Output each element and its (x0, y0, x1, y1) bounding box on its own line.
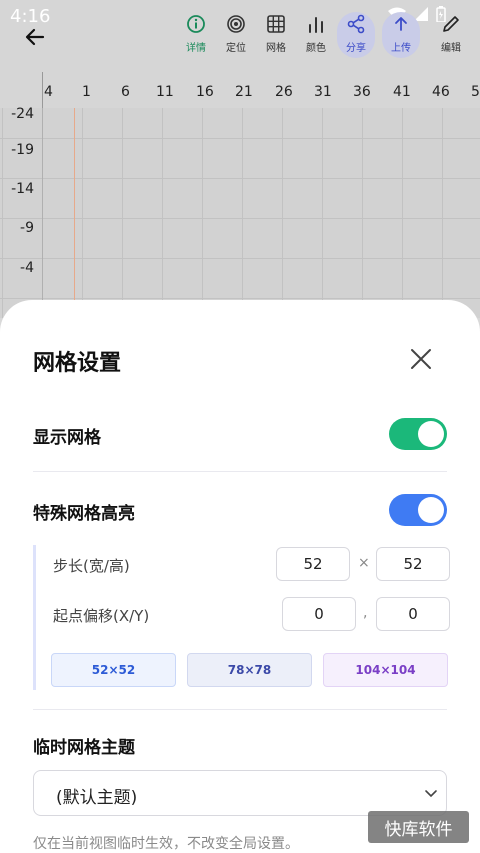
info-icon (186, 12, 206, 36)
upload-tool-label: 上传 (391, 43, 411, 54)
theme-label: 临时网格主题 (33, 738, 135, 758)
color-tool-label: 颜色 (306, 43, 326, 54)
step-separator: × (358, 555, 370, 571)
arrow-left-icon (25, 28, 45, 46)
bars-icon (307, 12, 325, 36)
preset-78-button[interactable]: 78×78 (187, 653, 312, 687)
x-tick-label: 26 (275, 84, 293, 100)
offset-y-input[interactable]: 0 (376, 597, 450, 631)
x-tick-label: 41 (393, 84, 411, 100)
show-grid-toggle[interactable] (389, 418, 447, 450)
details-tool-label: 详情 (186, 43, 206, 54)
grid-icon (267, 12, 285, 36)
watermark: 快库软件 (368, 811, 469, 843)
special-highlight-label: 特殊网格高亮 (33, 504, 135, 524)
upload-tool[interactable]: 上传 (382, 12, 420, 58)
x-tick-label: 5 (471, 84, 480, 100)
preset-52-button[interactable]: 52×52 (51, 653, 176, 687)
locate-tool[interactable]: 定位 (217, 12, 255, 58)
highlight-options: 步长(宽/高) 52 × 52 起点偏移(X/Y) 0 , 0 52×52 78… (33, 545, 450, 690)
back-button[interactable] (20, 22, 50, 52)
grid-settings-sheet: 网格设置 显示网格 特殊网格高亮 步长(宽/高) 52 × 52 起点偏移(X/… (0, 300, 480, 853)
divider (33, 709, 447, 710)
step-label: 步长(宽/高) (53, 557, 130, 575)
theme-select[interactable]: (默认主题) (33, 770, 447, 816)
upload-icon (391, 12, 411, 36)
y-tick-label: -19 (11, 142, 34, 158)
x-tick-label: 11 (156, 84, 174, 100)
top-app-bar: 4:16 详情 定位 网格 颜色 分享 上传 编辑 (0, 0, 480, 72)
sheet-title: 网格设置 (33, 351, 122, 376)
close-icon (411, 349, 431, 369)
toggle-knob (418, 421, 444, 447)
divider (33, 471, 447, 472)
x-tick-label: 1 (82, 84, 91, 100)
x-tick-label: 4 (44, 84, 53, 100)
x-tick-label: 46 (432, 84, 450, 100)
share-tool-label: 分享 (346, 43, 366, 54)
details-tool[interactable]: 详情 (177, 12, 215, 58)
show-grid-label: 显示网格 (33, 428, 101, 448)
preset-104-button[interactable]: 104×104 (323, 653, 448, 687)
color-tool[interactable]: 颜色 (297, 12, 335, 58)
edit-tool-label: 编辑 (441, 43, 461, 54)
pencil-icon (441, 12, 461, 36)
chevron-down-icon (424, 785, 438, 804)
x-tick-label: 21 (235, 84, 253, 100)
close-button[interactable] (406, 344, 436, 374)
x-tick-label: 6 (121, 84, 130, 100)
grid-tool-label: 网格 (266, 43, 286, 54)
x-tick-label: 31 (314, 84, 332, 100)
ruler-divider (42, 72, 43, 108)
grid-canvas[interactable] (0, 108, 480, 318)
share-icon (346, 12, 366, 36)
theme-hint: 仅在当前视图临时生效，不改变全局设置。 (33, 836, 299, 852)
y-tick-label: -4 (20, 260, 34, 276)
edit-tool[interactable]: 编辑 (432, 12, 470, 58)
x-tick-label: 36 (353, 84, 371, 100)
x-tick-label: 16 (196, 84, 214, 100)
offset-separator: , (363, 605, 368, 621)
y-ruler: -24 -19 -14 -9 -4 (0, 106, 43, 318)
locate-tool-label: 定位 (226, 43, 246, 54)
offset-x-input[interactable]: 0 (282, 597, 356, 631)
x-ruler: 4 1 6 11 16 21 26 31 36 41 46 5 (0, 72, 480, 109)
share-tool[interactable]: 分享 (337, 12, 375, 58)
toggle-knob (418, 497, 444, 523)
step-width-input[interactable]: 52 (276, 547, 350, 581)
y-tick-label: -9 (20, 220, 34, 236)
offset-label: 起点偏移(X/Y) (53, 607, 150, 625)
y-tick-label: -24 (11, 106, 34, 122)
step-height-input[interactable]: 52 (376, 547, 450, 581)
target-icon (226, 12, 246, 36)
highlight-line (74, 108, 75, 308)
y-tick-label: -14 (11, 181, 34, 197)
theme-select-value: (默认主题) (56, 788, 138, 808)
special-highlight-toggle[interactable] (389, 494, 447, 526)
grid-tool[interactable]: 网格 (257, 12, 295, 58)
